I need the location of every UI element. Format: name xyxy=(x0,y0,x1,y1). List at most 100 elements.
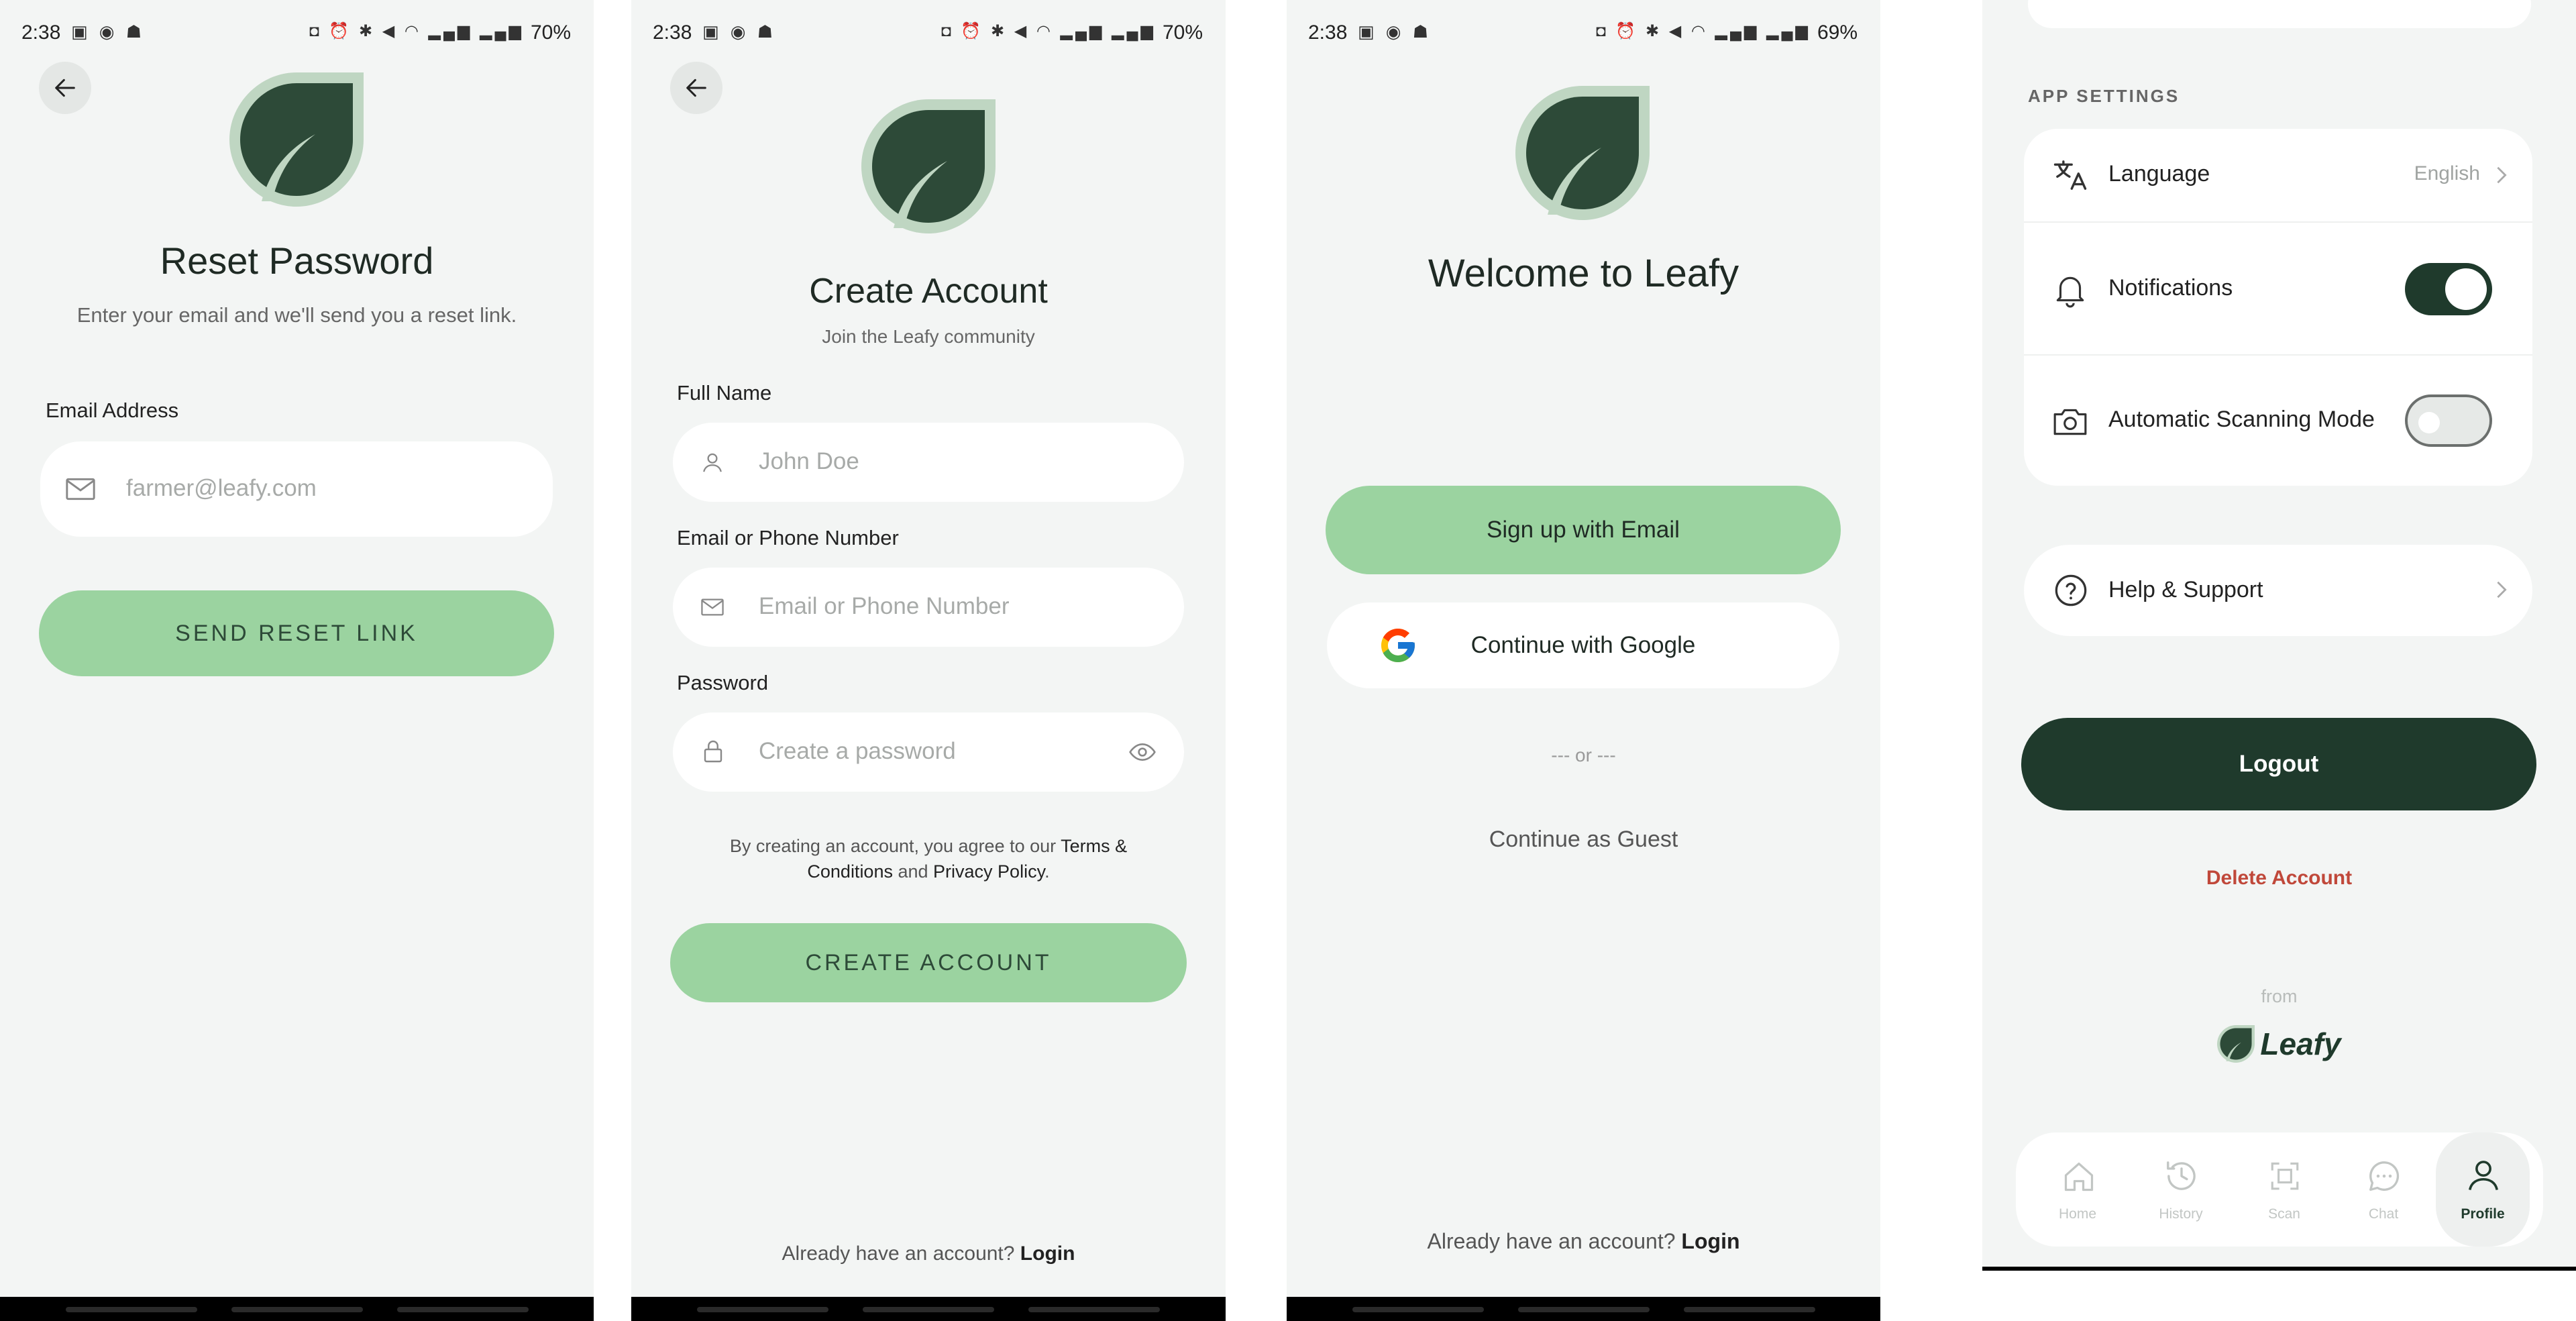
reset-password-screen: 2:38 ▣ ◉ ☗ ◘ ⏰ ✱ ◀ ◠ ▂▄▆ ▂▄▆ 70% Reset P… xyxy=(0,0,594,1321)
help-support-label: Help & Support xyxy=(2108,577,2263,602)
delete-account-link[interactable]: Delete Account xyxy=(1982,867,2576,890)
nav-pill xyxy=(697,1307,828,1312)
brand-wordmark: Leafy xyxy=(2260,1026,2341,1061)
or-divider: --- or --- xyxy=(1551,745,1616,765)
notifications-label: Notifications xyxy=(2108,275,2233,301)
system-status-icons: ◘ ⏰ ✱ ◀ ◠ ▂▄▆ ▂▄▆ xyxy=(1596,22,1811,40)
bottom-white-area xyxy=(1982,1271,2576,1321)
battery-level: 70% xyxy=(530,21,571,44)
nav-pill xyxy=(397,1307,529,1312)
tab-history[interactable]: History xyxy=(2134,1132,2228,1247)
auto-scan-toggle[interactable] xyxy=(2405,394,2492,447)
notification-icons: ▣ ◉ ☗ xyxy=(71,21,146,42)
from-text: from xyxy=(2261,986,2298,1006)
history-icon xyxy=(2167,1161,2196,1190)
battery-level: 70% xyxy=(1162,21,1203,44)
send-reset-link-label: SEND RESET LINK xyxy=(175,620,418,646)
language-value: English xyxy=(2414,162,2480,184)
terms-suffix: . xyxy=(1044,861,1050,882)
logout-label: Logout xyxy=(2239,751,2319,777)
privacy-link[interactable]: Privacy Policy xyxy=(933,861,1044,882)
system-nav-bar xyxy=(0,1297,594,1321)
previous-card-edge xyxy=(2028,0,2531,28)
arrow-left-icon xyxy=(55,78,75,97)
guest-link[interactable]: Continue as Guest xyxy=(1287,827,1880,853)
tab-home[interactable]: Home xyxy=(2031,1132,2125,1247)
password-field[interactable]: Create a password xyxy=(673,712,1184,792)
full-name-placeholder: John Doe xyxy=(759,448,859,474)
mail-icon xyxy=(66,478,95,500)
signup-email-label: Sign up with Email xyxy=(1487,517,1680,543)
page-subtitle: Enter your email and we'll send you a re… xyxy=(76,303,517,327)
contact-placeholder: Email or Phone Number xyxy=(759,593,1010,619)
profile-settings-screen: APP SETTINGS Language English Notificati… xyxy=(1982,0,2576,1321)
tab-label: Profile xyxy=(2461,1206,2505,1222)
login-prompt: Already have an account? Login xyxy=(1287,1229,1880,1254)
email-placeholder: farmer@leafy.com xyxy=(126,475,317,501)
system-status-icons: ◘ ⏰ ✱ ◀ ◠ ▂▄▆ ▂▄▆ xyxy=(941,22,1156,40)
tab-label: Home xyxy=(2058,1206,2097,1222)
full-name-label: Full Name xyxy=(677,381,772,405)
back-button[interactable] xyxy=(39,62,91,114)
have-account-text: Already have an account? xyxy=(1427,1229,1676,1253)
lock-icon xyxy=(704,740,722,763)
mail-icon xyxy=(701,598,724,616)
system-nav-bar xyxy=(1287,1297,1880,1321)
contact-field[interactable]: Email or Phone Number xyxy=(673,568,1184,647)
bottom-tab-bar: Home History Scan Chat Profile xyxy=(2016,1132,2543,1247)
back-button[interactable] xyxy=(670,62,722,114)
status-time: 2:38 xyxy=(21,21,61,44)
google-signin-button[interactable]: Continue with Google xyxy=(1327,602,1839,688)
notifications-row: Notifications xyxy=(2024,223,2532,354)
terms-and: and xyxy=(892,861,934,882)
leaf-logo-icon xyxy=(229,72,364,207)
status-bar: 2:38 ▣ ◉ ☗ ◘ ⏰ ✱ ◀ ◠ ▂▄▆ ▂▄▆ 70% xyxy=(21,20,571,47)
create-account-label: CREATE ACCOUNT xyxy=(805,949,1052,975)
tab-scan[interactable]: Scan xyxy=(2237,1132,2331,1247)
scan-icon xyxy=(2271,1162,2299,1190)
password-placeholder: Create a password xyxy=(759,738,956,764)
create-account-button[interactable]: CREATE ACCOUNT xyxy=(670,923,1187,1002)
toggle-knob xyxy=(2445,268,2487,310)
notification-icons: ▣ ◉ ☗ xyxy=(1358,21,1432,42)
leaf-logo-icon xyxy=(1515,86,1650,220)
eye-icon[interactable] xyxy=(1129,741,1156,763)
leaf-logo-icon xyxy=(2217,1025,2255,1063)
login-link[interactable]: Login xyxy=(1020,1243,1075,1265)
notifications-toggle[interactable] xyxy=(2405,263,2492,315)
chevron-right-icon xyxy=(2497,166,2507,184)
user-icon xyxy=(703,453,722,472)
terms-notice: By creating an account, you agree to our… xyxy=(698,833,1159,884)
google-signin-label: Continue with Google xyxy=(1470,632,1696,658)
tab-label: Chat xyxy=(2368,1206,2399,1222)
settings-card: Language English Notifications Automatic… xyxy=(2024,129,2532,486)
status-time: 2:38 xyxy=(653,21,692,44)
logout-button[interactable]: Logout xyxy=(2021,718,2536,810)
bell-icon xyxy=(2056,276,2084,308)
tab-chat[interactable]: Chat xyxy=(2337,1132,2430,1247)
email-field[interactable]: farmer@leafy.com xyxy=(40,441,553,537)
camera-icon xyxy=(2053,409,2087,435)
translate-icon xyxy=(2053,160,2087,190)
contact-label: Email or Phone Number xyxy=(677,526,899,549)
page-subtitle: Join the Leafy community xyxy=(822,326,1035,347)
profile-icon xyxy=(2468,1161,2499,1190)
create-account-screen: 2:38 ▣ ◉ ☗ ◘ ⏰ ✱ ◀ ◠ ▂▄▆ ▂▄▆ 70% Create … xyxy=(631,0,1226,1321)
nav-pill xyxy=(1684,1307,1815,1312)
page-title: Welcome to Leafy xyxy=(1428,252,1739,295)
help-support-row[interactable]: Help & Support xyxy=(2024,545,2532,636)
nav-pill xyxy=(231,1307,363,1312)
login-link[interactable]: Login xyxy=(1681,1229,1739,1253)
tab-profile[interactable]: Profile xyxy=(2436,1132,2530,1247)
signup-email-button[interactable]: Sign up with Email xyxy=(1326,486,1841,574)
full-name-field[interactable]: John Doe xyxy=(673,423,1184,502)
send-reset-link-button[interactable]: SEND RESET LINK xyxy=(39,590,554,676)
nav-pill xyxy=(66,1307,197,1312)
status-bar: 2:38 ▣ ◉ ☗ ◘ ⏰ ✱ ◀ ◠ ▂▄▆ ▂▄▆ 69% xyxy=(1308,20,1858,47)
language-row[interactable]: Language English xyxy=(2024,129,2532,221)
status-bar: 2:38 ▣ ◉ ☗ ◘ ⏰ ✱ ◀ ◠ ▂▄▆ ▂▄▆ 70% xyxy=(653,20,1203,47)
nav-pill xyxy=(1028,1307,1160,1312)
page-title: Create Account xyxy=(809,272,1048,311)
google-icon xyxy=(1381,629,1415,662)
auto-scan-row: Automatic Scanning Mode xyxy=(2024,356,2532,486)
